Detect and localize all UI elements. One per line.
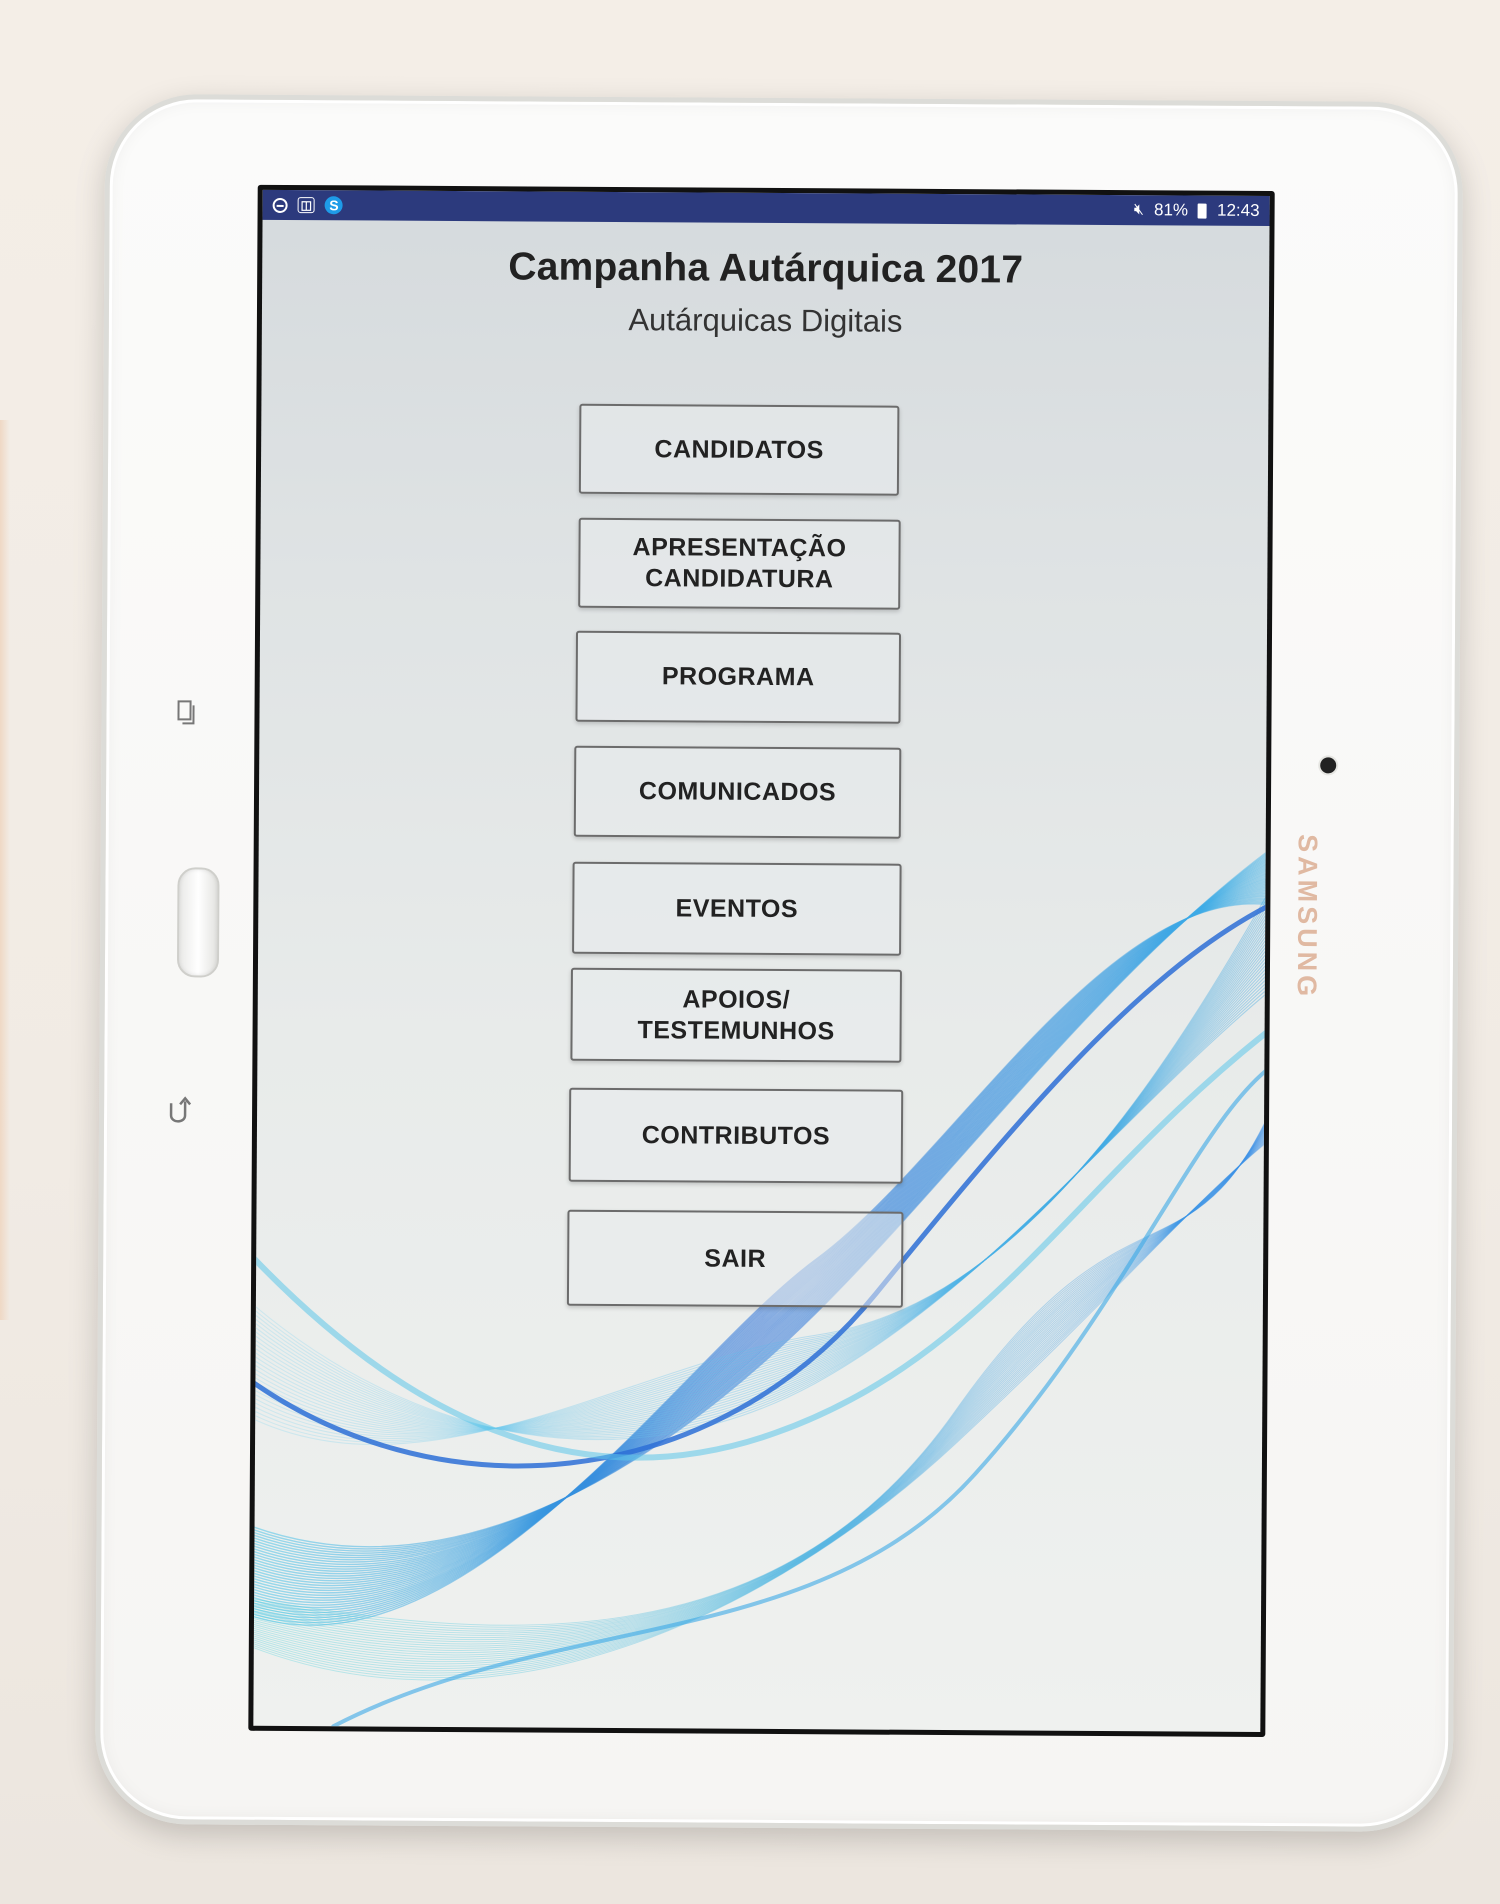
status-left: ◫ S bbox=[272, 196, 344, 215]
s-app-icon: S bbox=[324, 196, 344, 215]
programa-button[interactable]: PROGRAMA bbox=[575, 630, 902, 724]
battery-percentage: 81% bbox=[1153, 200, 1189, 220]
page-title: Campanha Autárquica 2017 bbox=[508, 245, 1024, 292]
brand-logo: SAMSUNG bbox=[1291, 834, 1323, 1001]
screen-bezel: ◫ S 🔇︎ 81% 12:43 Campanha Autárquica 201… bbox=[248, 184, 1275, 1737]
app-screen: ◫ S 🔇︎ 81% 12:43 Campanha Autárquica 201… bbox=[253, 189, 1270, 1732]
recent-apps-icon[interactable] bbox=[176, 699, 196, 725]
apoios-testemunhos-button[interactable]: APOIOS/ TESTEMUNHOS bbox=[570, 967, 902, 1063]
page-subtitle: Autárquicas Digitais bbox=[628, 302, 903, 339]
battery-icon bbox=[1198, 203, 1208, 219]
app-content: Campanha Autárquica 2017 Autárquicas Dig… bbox=[256, 190, 1270, 1342]
do-not-disturb-icon bbox=[272, 197, 288, 213]
apresentacao-candidatura-button[interactable]: APRESENTAÇÃO CANDIDATURA bbox=[578, 517, 901, 610]
sair-button[interactable]: SAIR bbox=[566, 1209, 904, 1308]
back-icon[interactable] bbox=[166, 1095, 192, 1125]
clock: 12:43 bbox=[1217, 200, 1260, 220]
mute-icon: 🔇︎ bbox=[1133, 201, 1145, 219]
main-menu: CANDIDATOS APRESENTAÇÃO CANDIDATURA PROG… bbox=[256, 336, 1269, 1342]
front-camera bbox=[1320, 757, 1337, 774]
screen-cast-icon: ◫ bbox=[297, 197, 316, 214]
status-bar: ◫ S 🔇︎ 81% 12:43 bbox=[262, 189, 1270, 226]
contributos-button[interactable]: CONTRIBUTOS bbox=[568, 1087, 904, 1184]
candidatos-button[interactable]: CANDIDATOS bbox=[578, 403, 900, 496]
comunicados-button[interactable]: COMUNICADOS bbox=[573, 745, 902, 839]
eventos-button[interactable]: EVENTOS bbox=[572, 861, 902, 956]
background-edge bbox=[0, 420, 10, 1320]
tablet-device: SAMSUNG ◫ S 🔇︎ 81% 12:43 Campanha Autárq… bbox=[94, 93, 1464, 1833]
home-button[interactable] bbox=[176, 867, 220, 978]
status-right: 🔇︎ 81% 12:43 bbox=[1134, 200, 1260, 221]
